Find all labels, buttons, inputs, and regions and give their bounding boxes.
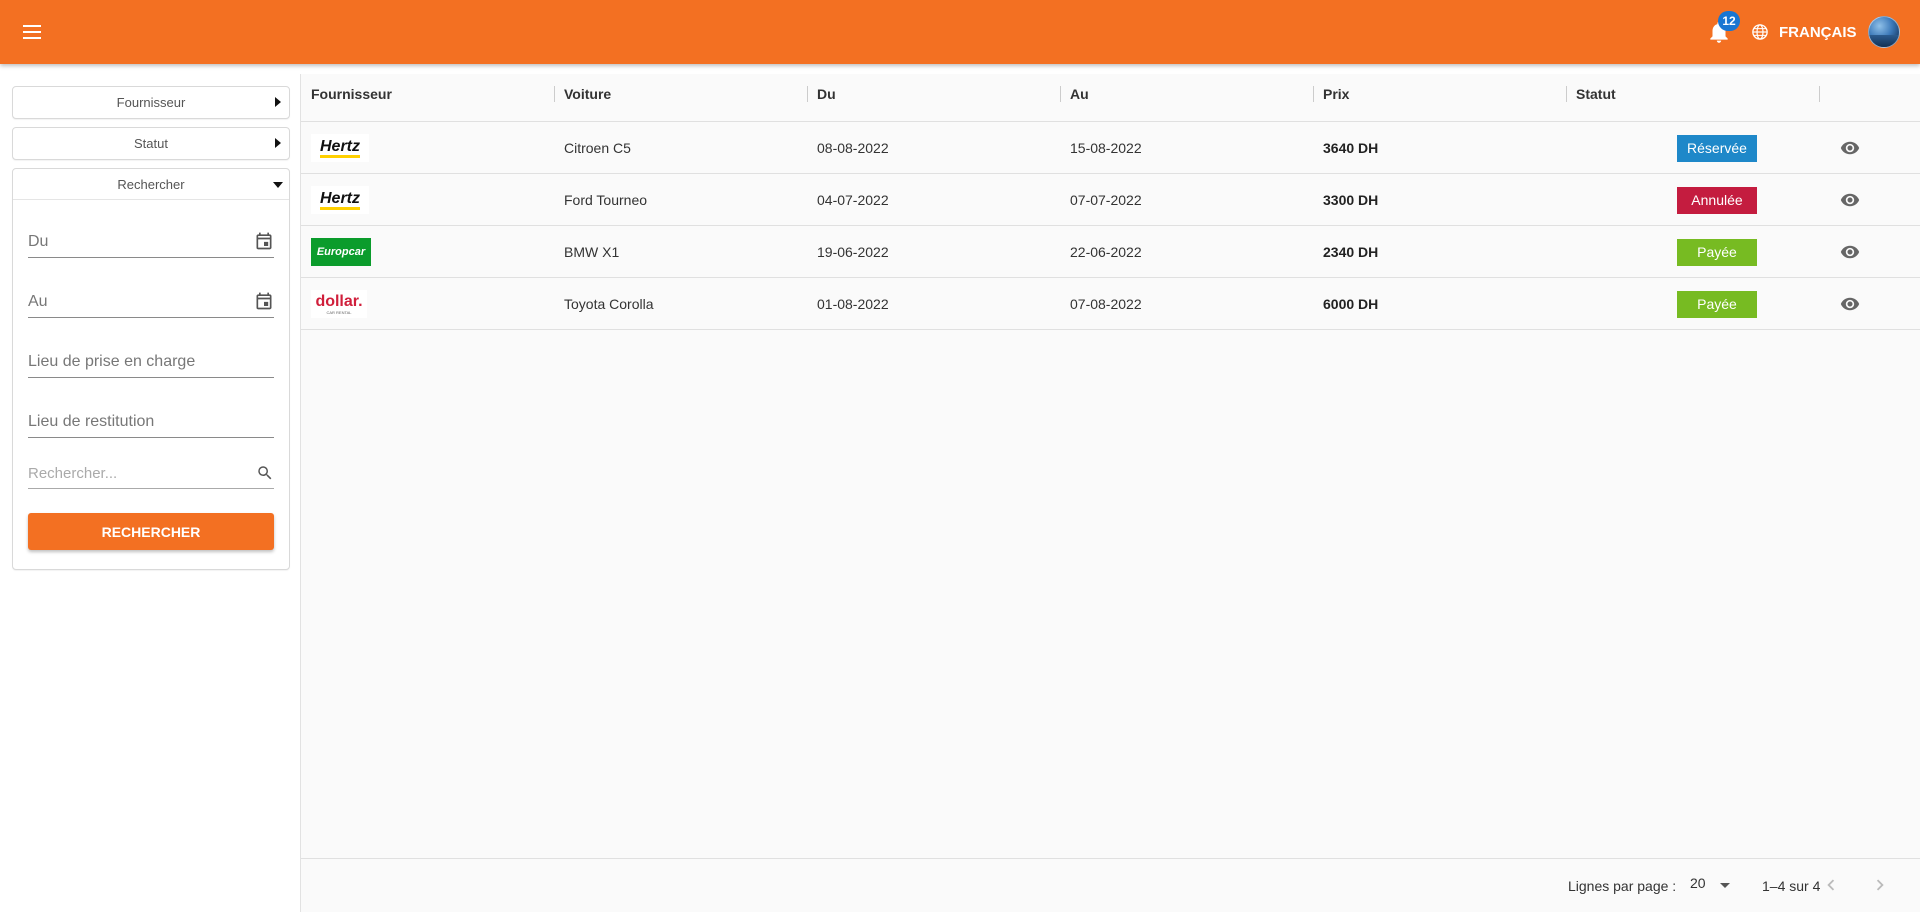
car-cell: Ford Tourneo: [564, 192, 648, 208]
to-date-field[interactable]: Au: [28, 258, 274, 318]
supplier-logo-hertz: Hertz: [311, 186, 369, 214]
to-date-label: Au: [28, 293, 48, 310]
column-header-from[interactable]: Du: [807, 74, 836, 122]
pagination-range: 1–4 sur 4: [1762, 878, 1821, 894]
keyword-search-field: [28, 438, 274, 489]
search-filter-header[interactable]: Rechercher: [13, 169, 289, 200]
notification-count-badge: 12: [1718, 11, 1740, 31]
expand-arrow-icon: [275, 97, 281, 107]
collapse-arrow-icon: [273, 182, 283, 188]
to-date-cell: 07-07-2022: [1070, 192, 1142, 208]
bookings-table: Fournisseur Voiture Du Au Prix Statut He…: [300, 74, 1920, 912]
search-icon[interactable]: [256, 464, 274, 482]
car-cell: Toyota Corolla: [564, 296, 654, 312]
column-separator: [1819, 86, 1820, 102]
to-date-cell: 15-08-2022: [1070, 140, 1142, 156]
expand-arrow-icon: [275, 138, 281, 148]
from-date-cell: 01-08-2022: [817, 296, 889, 312]
search-filter-body: Du Au Lieu de prise en charge Lieu de re…: [13, 200, 289, 550]
pagination-bar: Lignes par page : 20 1–4 sur 4: [301, 858, 1920, 912]
dropdown-arrow-icon: [1720, 883, 1730, 888]
supplier-filter-accordion: Fournisseur: [12, 86, 290, 119]
search-filter-accordion: Rechercher Du Au Lieu de prise en charge…: [12, 168, 290, 570]
status-badge: Annulée: [1677, 187, 1757, 214]
table-row[interactable]: Europcar BMW X1 19-06-2022 22-06-2022 23…: [301, 226, 1920, 278]
user-avatar[interactable]: [1868, 16, 1900, 48]
supplier-filter-label: Fournisseur: [116, 95, 186, 110]
calendar-icon[interactable]: [254, 291, 274, 311]
app-bar: 12 FRANÇAIS: [0, 0, 1920, 64]
calendar-icon[interactable]: [254, 231, 274, 251]
column-header-car[interactable]: Voiture: [554, 74, 611, 122]
filter-sidebar: Fournisseur Statut Rechercher Du Au Lieu…: [12, 86, 290, 578]
pickup-location-field[interactable]: Lieu de prise en charge: [28, 318, 274, 378]
supplier-filter-header[interactable]: Fournisseur: [13, 87, 289, 118]
previous-page-icon[interactable]: [1820, 874, 1842, 896]
next-page-icon[interactable]: [1869, 874, 1891, 896]
from-date-field[interactable]: Du: [28, 200, 274, 258]
from-date-label: Du: [28, 233, 49, 250]
from-date-cell: 19-06-2022: [817, 244, 889, 260]
from-date-cell: 04-07-2022: [817, 192, 889, 208]
supplier-logo-dollar: dollar. CAR RENTAL: [311, 290, 367, 318]
view-details-eye-icon[interactable]: [1839, 190, 1861, 210]
rows-per-page-select[interactable]: 20: [1690, 875, 1730, 897]
column-header-supplier[interactable]: Fournisseur: [301, 74, 392, 122]
language-selector[interactable]: FRANÇAIS: [1751, 20, 1857, 44]
status-filter-header[interactable]: Statut: [13, 128, 289, 159]
search-input[interactable]: [28, 462, 248, 484]
search-button[interactable]: RECHERCHER: [28, 513, 274, 550]
rows-per-page-value: 20: [1690, 875, 1706, 891]
table-row[interactable]: Hertz Citroen C5 08-08-2022 15-08-2022 3…: [301, 122, 1920, 174]
price-cell: 3300 DH: [1323, 192, 1379, 208]
status-badge: Réservée: [1677, 135, 1757, 162]
view-details-eye-icon[interactable]: [1839, 242, 1861, 262]
supplier-logo-europcar: Europcar: [311, 238, 371, 266]
view-details-eye-icon[interactable]: [1839, 138, 1861, 158]
column-header-to[interactable]: Au: [1060, 74, 1089, 122]
menu-icon[interactable]: [18, 18, 46, 46]
globe-icon: [1752, 24, 1768, 40]
rows-per-page-label: Lignes par page :: [1568, 878, 1677, 894]
language-label: FRANÇAIS: [1779, 23, 1857, 41]
status-badge: Payée: [1677, 291, 1757, 318]
price-cell: 3640 DH: [1323, 140, 1379, 156]
column-header-price[interactable]: Prix: [1313, 74, 1349, 122]
car-cell: BMW X1: [564, 244, 620, 260]
view-details-eye-icon[interactable]: [1839, 294, 1861, 314]
from-date-cell: 08-08-2022: [817, 140, 889, 156]
dropoff-location-label: Lieu de restitution: [28, 413, 155, 430]
table-row[interactable]: Hertz Ford Tourneo 04-07-2022 07-07-2022…: [301, 174, 1920, 226]
to-date-cell: 22-06-2022: [1070, 244, 1142, 260]
column-header-status[interactable]: Statut: [1566, 74, 1616, 122]
car-cell: Citroen C5: [564, 140, 631, 156]
table-row[interactable]: dollar. CAR RENTAL Toyota Corolla 01-08-…: [301, 278, 1920, 330]
pickup-location-label: Lieu de prise en charge: [28, 353, 196, 370]
status-badge: Payée: [1677, 239, 1757, 266]
status-filter-label: Statut: [134, 136, 168, 151]
to-date-cell: 07-08-2022: [1070, 296, 1142, 312]
dropoff-location-field[interactable]: Lieu de restitution: [28, 378, 274, 438]
supplier-logo-hertz: Hertz: [311, 134, 369, 162]
search-filter-label: Rechercher: [117, 177, 185, 192]
table-header: Fournisseur Voiture Du Au Prix Statut: [301, 74, 1920, 122]
price-cell: 6000 DH: [1323, 296, 1379, 312]
status-filter-accordion: Statut: [12, 127, 290, 160]
price-cell: 2340 DH: [1323, 244, 1379, 260]
